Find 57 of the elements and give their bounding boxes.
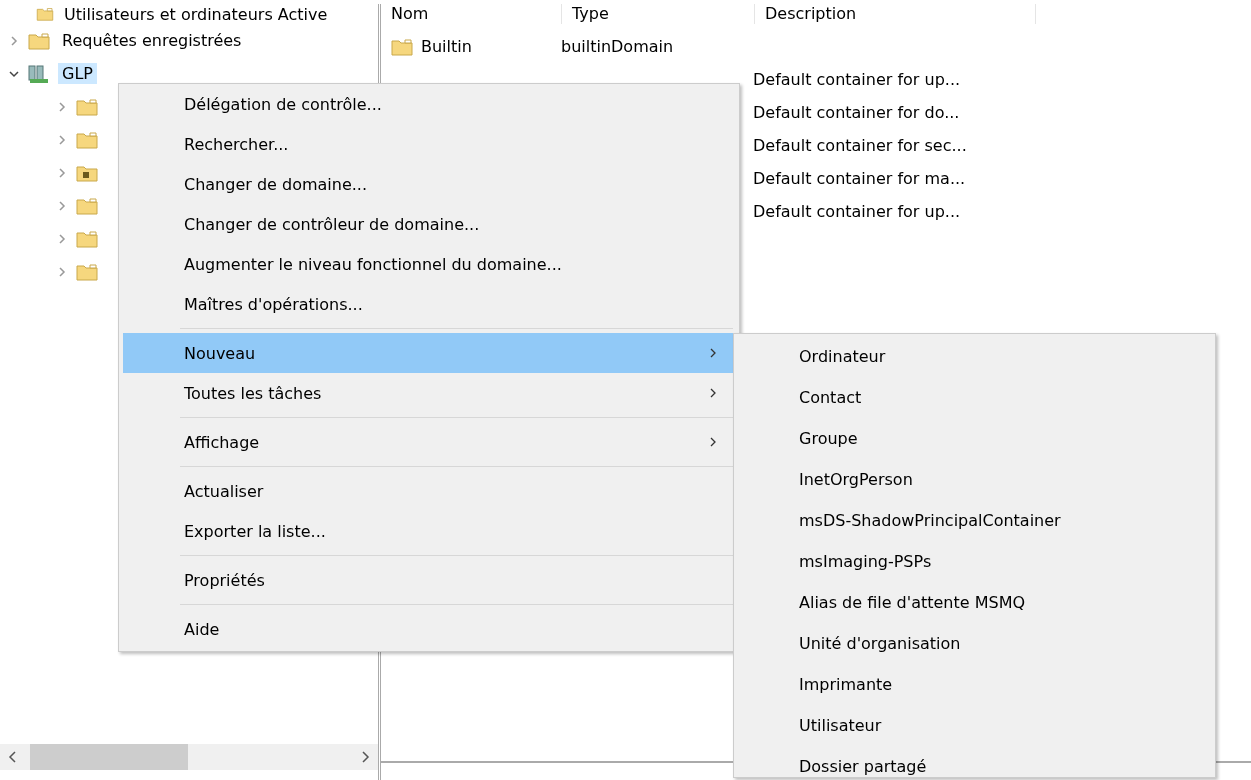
folder-icon — [391, 37, 413, 56]
menu-item[interactable]: Contact — [738, 377, 1211, 418]
tree-item[interactable]: Requêtes enregistrées — [58, 30, 246, 51]
table-cell-text: Default container for sec... — [752, 136, 968, 155]
menu-item[interactable]: Changer de domaine... — [123, 164, 735, 204]
column-header[interactable]: Description — [755, 4, 1036, 24]
expand-chevron-icon[interactable] — [56, 100, 68, 113]
menu-item[interactable]: Affichage — [123, 422, 735, 462]
menu-item[interactable]: Actualiser — [123, 471, 735, 511]
expand-chevron-icon[interactable] — [56, 166, 68, 179]
server-icon — [28, 63, 50, 84]
table-cell-text: Default container for ma... — [752, 169, 967, 188]
menu-item[interactable]: Toutes les tâches — [123, 373, 735, 413]
folder-icon — [76, 262, 98, 281]
menu-item[interactable]: Ordinateur — [738, 336, 1211, 377]
column-header[interactable]: Nom — [381, 4, 562, 24]
folder-icon — [76, 229, 98, 248]
expand-chevron-icon[interactable] — [56, 199, 68, 212]
menu-item[interactable]: Délégation de contrôle... — [123, 84, 735, 124]
menu-item[interactable]: Dossier partagé — [738, 746, 1211, 780]
table-cell-text: builtinDomain — [560, 37, 675, 56]
menu-item[interactable]: Changer de contrôleur de domaine... — [123, 204, 735, 244]
menu-item[interactable]: Alias de file d'attente MSMQ — [738, 582, 1211, 623]
menu-item[interactable]: Rechercher... — [123, 124, 735, 164]
expand-chevron-icon[interactable] — [56, 133, 68, 146]
menu-item[interactable]: msImaging-PSPs — [738, 541, 1211, 582]
menu-item[interactable]: Propriétés — [123, 560, 735, 600]
folder-icon — [76, 97, 98, 116]
menu-item[interactable]: Exporter la liste... — [123, 511, 735, 551]
menu-item[interactable]: Utilisateur — [738, 705, 1211, 746]
menu-item[interactable]: InetOrgPerson — [738, 459, 1211, 500]
table-cell-text: Default container for do... — [752, 103, 961, 122]
scroll-left-icon[interactable] — [8, 751, 18, 763]
menu-item[interactable]: Imprimante — [738, 664, 1211, 705]
table-cell-text: Default container for up... — [752, 70, 962, 89]
table-cell-text: Default container for up... — [752, 202, 962, 221]
menu-item[interactable]: Aide — [123, 609, 735, 649]
folder-icon — [34, 7, 56, 21]
menu-item[interactable]: Maîtres d'opérations... — [123, 284, 735, 324]
folder-icon — [28, 31, 50, 50]
folder-icon — [76, 163, 98, 182]
menu-item[interactable]: msDS-ShadowPrincipalContainer — [738, 500, 1211, 541]
tree-root-label[interactable]: Utilisateurs et ordinateurs Active — [64, 4, 328, 24]
expand-chevron-icon[interactable] — [56, 265, 68, 278]
scrollbar-thumb[interactable] — [30, 744, 188, 770]
expand-chevron-icon[interactable] — [8, 34, 20, 47]
scroll-right-icon[interactable] — [360, 751, 370, 763]
expand-chevron-icon[interactable] — [56, 232, 68, 245]
table-cell: Builtin — [421, 37, 472, 56]
folder-icon — [76, 130, 98, 149]
menu-item[interactable]: Unité d'organisation — [738, 623, 1211, 664]
tree-item[interactable]: GLP — [58, 63, 97, 84]
column-header[interactable]: Type — [562, 4, 755, 24]
menu-item[interactable]: Augmenter le niveau fonctionnel du domaine... — [123, 244, 735, 284]
menu-item[interactable]: Groupe — [738, 418, 1211, 459]
folder-icon — [76, 196, 98, 215]
menu-item[interactable]: Nouveau — [123, 333, 735, 373]
